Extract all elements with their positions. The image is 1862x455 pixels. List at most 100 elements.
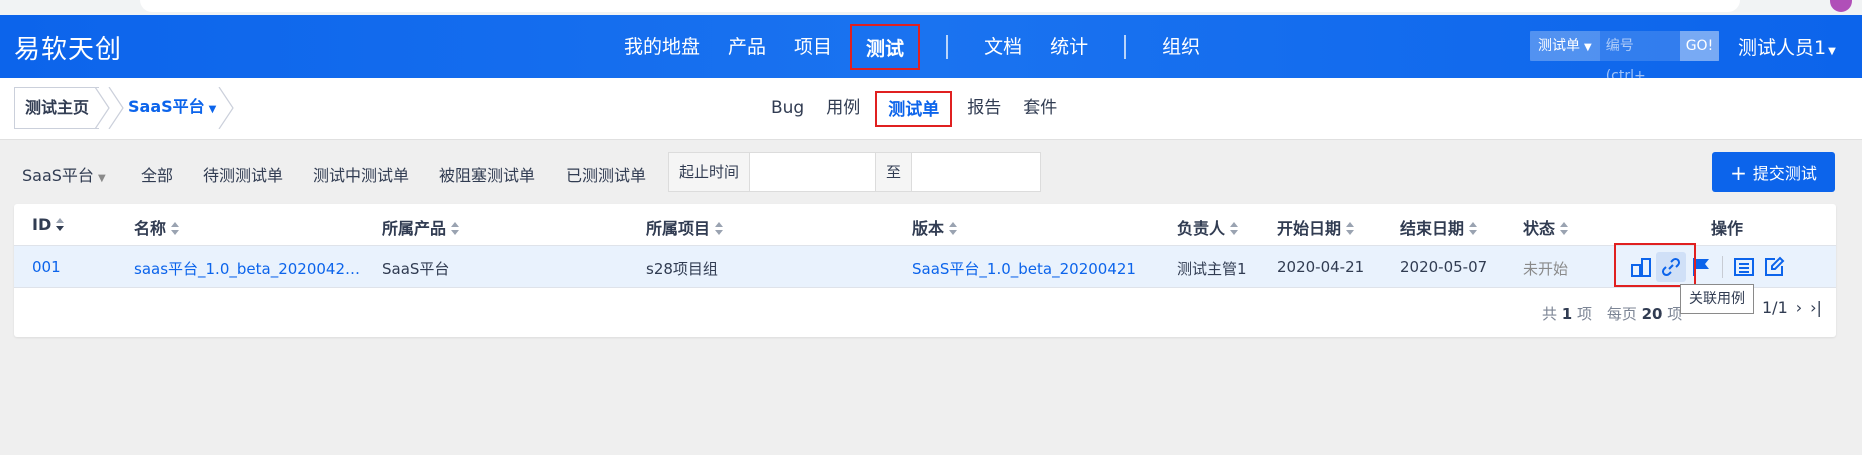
search-go-button[interactable]: GO! xyxy=(1679,31,1720,61)
breadcrumb-home[interactable]: 测试主页 xyxy=(14,87,100,129)
col-owner[interactable]: 负责人 xyxy=(1177,215,1239,239)
sort-icon xyxy=(1468,221,1478,236)
plus-icon: + xyxy=(1730,161,1747,185)
col-build-label: 版本 xyxy=(912,219,945,238)
brand-logo[interactable]: 易软天创 xyxy=(14,29,122,66)
breadcrumb-arrow-icon xyxy=(218,87,234,129)
col-end[interactable]: 结束日期 xyxy=(1400,215,1478,239)
date-range-label: 起止时间 xyxy=(669,153,751,191)
sort-icon xyxy=(714,221,724,236)
filter-blocked[interactable]: 被阻塞测试单 xyxy=(439,162,535,186)
tab-report[interactable]: 报告 xyxy=(956,91,1012,127)
nav-project[interactable]: 项目 xyxy=(780,24,846,70)
nav-report[interactable]: 统计 xyxy=(1036,24,1102,70)
cell-build[interactable]: SaaS平台_1.0_beta_20200421 xyxy=(912,258,1136,279)
edit-button[interactable] xyxy=(1759,252,1789,282)
col-project-label: 所属项目 xyxy=(646,219,711,238)
main-nav: 我的地盘 产品 项目 测试 文档 统计 组织 xyxy=(610,15,1214,78)
col-actions: 操作 xyxy=(1711,219,1744,238)
next-page-icon[interactable]: › xyxy=(1796,298,1802,317)
view-button[interactable] xyxy=(1729,252,1759,282)
pager-nav: 1/1 › ›| xyxy=(1754,298,1822,317)
nav-divider xyxy=(946,34,949,59)
sub-header: 测试主页 SaaS平台 ▼ Bug 用例 测试单 报告 套件 xyxy=(0,78,1862,140)
pager-per-page[interactable]: 20 xyxy=(1642,305,1663,323)
nav-company[interactable]: 组织 xyxy=(1148,24,1214,70)
sort-icon xyxy=(1559,221,1569,236)
col-end-label: 结束日期 xyxy=(1400,219,1465,238)
table-row: 001 saas平台_1.0_beta_2020042… SaaS平台 s28项… xyxy=(14,246,1836,288)
tab-suite[interactable]: 套件 xyxy=(1012,91,1068,127)
sort-icon xyxy=(170,221,180,236)
sort-icon xyxy=(55,217,65,232)
date-range-separator: 至 xyxy=(876,153,913,191)
nav-doc[interactable]: 文档 xyxy=(970,24,1036,70)
pager-total-prefix: 共 xyxy=(1542,305,1558,323)
filter-product-select[interactable]: SaaS平台 ▼ xyxy=(22,162,106,186)
col-name[interactable]: 名称 xyxy=(134,215,180,239)
date-end-input[interactable] xyxy=(912,153,1041,191)
chevron-down-icon: ▼ xyxy=(97,173,106,184)
last-page-icon[interactable]: ›| xyxy=(1810,298,1822,317)
col-project[interactable]: 所属项目 xyxy=(646,215,724,239)
edit-icon xyxy=(1765,256,1785,276)
filter-bar: SaaS平台 ▼ 全部 待测测试单 测试中测试单 被阻塞测试单 已测测试单 起止时… xyxy=(0,150,1862,194)
submit-test-button[interactable]: + 提交测试 xyxy=(1712,152,1835,192)
chevron-down-icon: ▼ xyxy=(1584,42,1592,53)
col-begin[interactable]: 开始日期 xyxy=(1277,215,1355,239)
address-bar[interactable] xyxy=(140,0,1740,12)
user-menu[interactable]: 测试人员1 ▼ xyxy=(1738,33,1836,60)
tab-bug[interactable]: Bug xyxy=(760,91,815,127)
cell-product: SaaS平台 xyxy=(382,260,450,278)
user-name: 测试人员1 xyxy=(1738,37,1827,59)
sort-icon xyxy=(1229,221,1239,236)
col-build[interactable]: 版本 xyxy=(912,215,958,239)
col-begin-label: 开始日期 xyxy=(1277,219,1342,238)
cell-begin: 2020-04-21 xyxy=(1277,258,1365,276)
browser-profile-avatar[interactable] xyxy=(1830,0,1852,12)
pager-per-prefix: 每页 xyxy=(1606,305,1637,323)
breadcrumb-arrow-icon xyxy=(108,87,124,129)
chevron-down-icon: ▼ xyxy=(208,104,217,115)
date-begin-input[interactable] xyxy=(750,153,877,191)
nav-qa[interactable]: 测试 xyxy=(850,23,921,70)
search-type-select[interactable]: 测试单 ▼ xyxy=(1530,31,1600,61)
highlight-frame xyxy=(1614,243,1696,287)
cell-id[interactable]: 001 xyxy=(32,258,61,276)
table-header: ID 名称 所属产品 所属项目 版本 负责人 开始日期 结束日期 状态 操作 xyxy=(14,204,1836,246)
top-header: 易软天创 我的地盘 产品 项目 测试 文档 统计 组织 测试单 ▼ 编号(ctrl… xyxy=(0,15,1862,84)
cell-status: 未开始 xyxy=(1523,260,1569,278)
col-id[interactable]: ID xyxy=(32,215,65,234)
list-icon xyxy=(1734,258,1754,276)
nav-my[interactable]: 我的地盘 xyxy=(610,24,714,70)
col-product-label: 所属产品 xyxy=(382,219,447,238)
nav-divider xyxy=(1124,34,1127,59)
chevron-down-icon: ▼ xyxy=(1828,46,1836,57)
cell-project: s28项目组 xyxy=(646,260,718,278)
filter-done[interactable]: 已测测试单 xyxy=(566,162,646,186)
search-input[interactable]: 编号(ctrl+ xyxy=(1600,31,1680,84)
col-name-label: 名称 xyxy=(134,219,167,238)
nav-product[interactable]: 产品 xyxy=(714,24,780,70)
filter-wait[interactable]: 待测测试单 xyxy=(203,162,283,186)
date-range: 起止时间 至 xyxy=(668,152,1042,192)
sort-icon xyxy=(450,221,460,236)
col-status[interactable]: 状态 xyxy=(1523,215,1569,239)
tab-testtask[interactable]: 测试单 xyxy=(875,91,953,127)
cell-name[interactable]: saas平台_1.0_beta_2020042… xyxy=(134,258,366,279)
col-id-label: ID xyxy=(32,215,52,234)
sort-icon xyxy=(948,221,958,236)
col-owner-label: 负责人 xyxy=(1177,219,1226,238)
pager-page: 1/1 xyxy=(1762,298,1788,317)
actions-divider xyxy=(1722,256,1723,278)
col-status-label: 状态 xyxy=(1523,219,1556,238)
filter-doing[interactable]: 测试中测试单 xyxy=(313,162,409,186)
tab-case[interactable]: 用例 xyxy=(815,91,871,127)
pager-summary: 共 1 项 每页 20 项 xyxy=(1542,303,1682,324)
pager-total-suffix: 项 xyxy=(1577,305,1593,323)
col-product[interactable]: 所属产品 xyxy=(382,215,460,239)
breadcrumb-product-label: SaaS平台 xyxy=(128,97,205,116)
cell-end: 2020-05-07 xyxy=(1400,258,1488,276)
filter-all[interactable]: 全部 xyxy=(141,162,173,186)
search-type-label: 测试单 xyxy=(1538,38,1580,54)
